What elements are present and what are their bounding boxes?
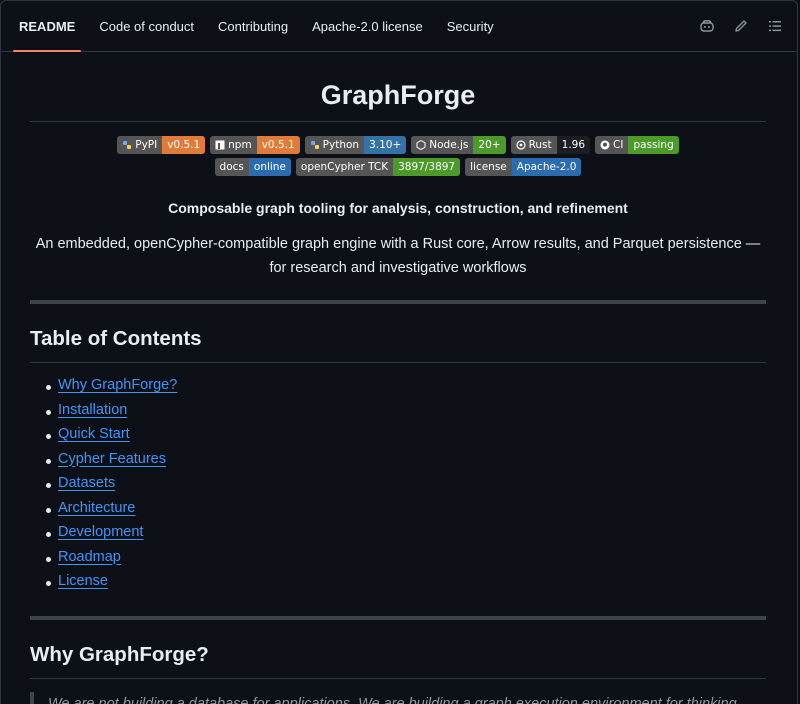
badge-label: openCypher TCK xyxy=(295,158,394,176)
toc-link-quick-start[interactable]: Quick Start xyxy=(58,426,130,442)
toc-heading: Table of Contents xyxy=(30,326,766,363)
readme-title: GraphForge xyxy=(30,79,766,122)
badge-label: npm xyxy=(210,136,257,154)
tab-license[interactable]: Apache-2.0 license xyxy=(300,1,435,51)
badge-opencypher-tck[interactable]: openCypher TCK 3897/3897 xyxy=(295,158,461,176)
badge-npm[interactable]: npm v0.5.1 xyxy=(210,136,300,154)
badge-value: 3.10+ xyxy=(364,136,407,154)
toc-item: Cypher Features xyxy=(46,451,766,476)
toc-item: Development xyxy=(46,524,766,549)
toc-link-development[interactable]: Development xyxy=(58,524,143,540)
badge-node-js[interactable]: Node.js 20+ xyxy=(411,136,506,154)
badge-label: Node.js xyxy=(411,136,474,154)
badge-value: Apache-2.0 xyxy=(511,158,582,176)
tab-contributing[interactable]: Contributing xyxy=(206,1,300,51)
toc-item: Installation xyxy=(46,402,766,427)
toc-link-architecture[interactable]: Architecture xyxy=(58,500,135,516)
badge-label: Python xyxy=(304,136,365,154)
badge-label-text: CI xyxy=(613,139,624,151)
tab-bar: README Code of conduct Contributing Apac… xyxy=(1,1,797,52)
badge-ci[interactable]: CI passing xyxy=(595,136,679,154)
badge-value: 3897/3897 xyxy=(393,158,461,176)
tab-security[interactable]: Security xyxy=(435,1,506,51)
badge-value: passing xyxy=(628,136,679,154)
description: An embedded, openCypher-compatible graph… xyxy=(35,236,761,276)
toc-link-cypher-features[interactable]: Cypher Features xyxy=(58,451,166,467)
rust-icon xyxy=(515,140,526,150)
toc-item: Architecture xyxy=(46,500,766,525)
tab-readme[interactable]: README xyxy=(7,1,87,52)
readme-content: GraphForge PyPI v0.5.1 npm v0.5.1 Python 3.10… xyxy=(30,51,766,704)
toc-item: Why GraphForge? xyxy=(46,377,766,402)
badge-label: CI xyxy=(595,136,629,154)
badge-label: Rust xyxy=(510,136,557,154)
toc-item: License xyxy=(46,573,766,598)
badge-label-text: openCypher TCK xyxy=(300,161,389,173)
badge-label-text: PyPI xyxy=(135,139,158,151)
badge-label: PyPI xyxy=(117,136,163,154)
badge-label-text: Rust xyxy=(528,139,552,151)
tab-code-of-conduct[interactable]: Code of conduct xyxy=(87,1,206,51)
badge-label: license xyxy=(465,158,512,176)
badge-value: v0.5.1 xyxy=(256,136,300,154)
badge-label-text: Python xyxy=(322,139,360,151)
toc-item: Datasets xyxy=(46,475,766,500)
badge-label-text: docs xyxy=(219,161,244,173)
badge-rust[interactable]: Rust 1.96 xyxy=(510,136,591,154)
outline-list-icon[interactable] xyxy=(767,18,783,34)
badge-label: docs xyxy=(214,158,249,176)
badge-value: v0.5.1 xyxy=(162,136,206,154)
badge-label-text: npm xyxy=(228,139,252,151)
badge-license[interactable]: license Apache-2.0 xyxy=(465,158,582,176)
python-icon xyxy=(310,140,320,150)
toc-item: Quick Start xyxy=(46,426,766,451)
toc-list: Why GraphForge? Installation Quick Start… xyxy=(30,377,766,598)
badge-pypi[interactable]: PyPI v0.5.1 xyxy=(117,136,206,154)
tagline: Composable graph tooling for analysis, c… xyxy=(168,200,628,216)
toc-link-roadmap[interactable]: Roadmap xyxy=(58,549,121,565)
badge-row: PyPI v0.5.1 npm v0.5.1 Python 3.10+ Node.js 20+… xyxy=(90,136,706,176)
why-quote: We are not building a database for appli… xyxy=(30,691,766,704)
toc-link-why-graphforge[interactable]: Why GraphForge? xyxy=(58,377,177,393)
badge-label-text: license xyxy=(470,161,507,173)
badge-value: 1.96 xyxy=(556,136,591,154)
why-heading: Why GraphForge? xyxy=(30,642,766,679)
badge-value: 20+ xyxy=(473,136,506,154)
divider xyxy=(30,300,766,304)
nodejs-icon xyxy=(416,140,426,150)
copilot-icon[interactable] xyxy=(699,18,715,34)
toc-item: Roadmap xyxy=(46,549,766,574)
python-icon xyxy=(122,140,132,150)
readme-panel: README Code of conduct Contributing Apac… xyxy=(0,0,798,704)
npm-icon xyxy=(215,140,225,150)
badge-docs[interactable]: docs online xyxy=(214,158,291,176)
toc-link-datasets[interactable]: Datasets xyxy=(58,475,115,491)
toc-link-installation[interactable]: Installation xyxy=(58,402,127,418)
badge-label-text: Node.js xyxy=(429,139,469,151)
github-icon xyxy=(600,140,610,150)
tab-actions xyxy=(699,1,783,51)
badge-value: online xyxy=(248,158,291,176)
divider xyxy=(30,615,766,620)
badge-python[interactable]: Python 3.10+ xyxy=(304,136,407,154)
edit-pencil-icon[interactable] xyxy=(733,18,749,34)
toc-link-license[interactable]: License xyxy=(58,573,108,589)
